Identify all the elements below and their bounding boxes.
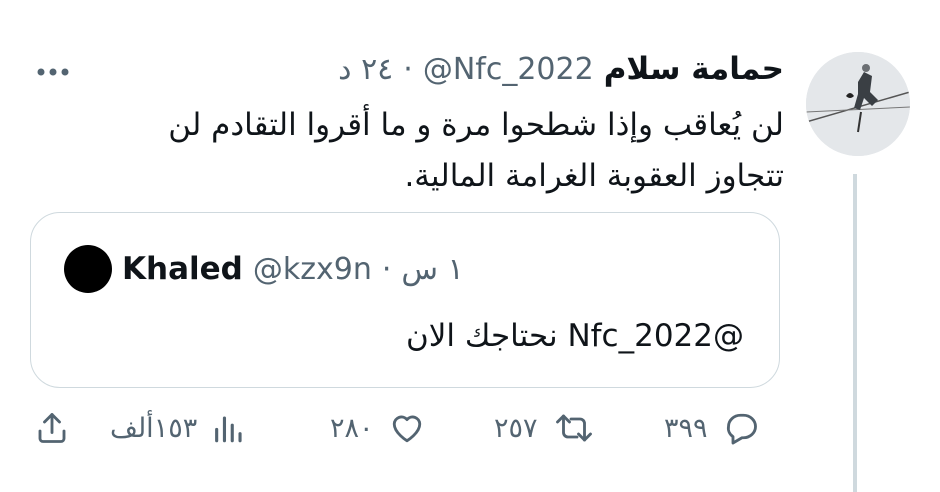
views-count: ١٥٣ألف (110, 412, 198, 444)
views-button[interactable]: ١٥٣ألف (110, 410, 245, 446)
tweet-header: حمامة سلام @Nfc_2022 · ٢٤ د (338, 44, 784, 94)
quoted-tweet-time: ١ س (401, 251, 464, 287)
more-horizontal-icon (37, 68, 69, 76)
quoted-author-handle: @kzx9n (252, 251, 372, 287)
replies-count: ٣٩٩ (664, 412, 708, 444)
tweet-time[interactable]: ٢٤ د (338, 52, 393, 87)
separator-dot: · (381, 251, 392, 287)
avatar-photo (806, 52, 910, 156)
quoted-tweet-card[interactable] (30, 212, 780, 388)
reply-button[interactable]: ٣٩٩ (664, 410, 762, 446)
thread-line (853, 174, 857, 492)
bar-chart-icon (211, 410, 245, 446)
retweet-icon (552, 410, 596, 446)
author-avatar[interactable] (806, 52, 910, 156)
likes-count: ٢٨٠ (330, 412, 374, 444)
separator-dot: · (403, 51, 413, 87)
like-button[interactable]: ٢٨٠ (330, 410, 426, 446)
share-button[interactable] (34, 410, 70, 446)
quoted-tweet-header: Khaled @kzx9n · ١ س (64, 244, 464, 294)
retweets-count: ٢٥٧ (494, 412, 538, 444)
quoted-author-avatar (64, 245, 112, 293)
quoted-author-name: Khaled (122, 251, 243, 287)
reply-bubble-icon (722, 410, 762, 446)
retweet-button[interactable]: ٢٥٧ (494, 410, 596, 446)
author-name[interactable]: حمامة سلام (604, 51, 784, 87)
heart-icon (388, 410, 426, 446)
author-handle[interactable]: @Nfc_2022 (423, 52, 594, 87)
tweet-text: لن يُعاقب وإذا شطحوا مرة و ما أقروا التق… (168, 107, 784, 194)
more-options-button[interactable] (36, 62, 70, 81)
share-upload-icon (34, 410, 70, 446)
quoted-tweet-text: @Nfc_2022 نحتاجك الان (405, 318, 744, 354)
